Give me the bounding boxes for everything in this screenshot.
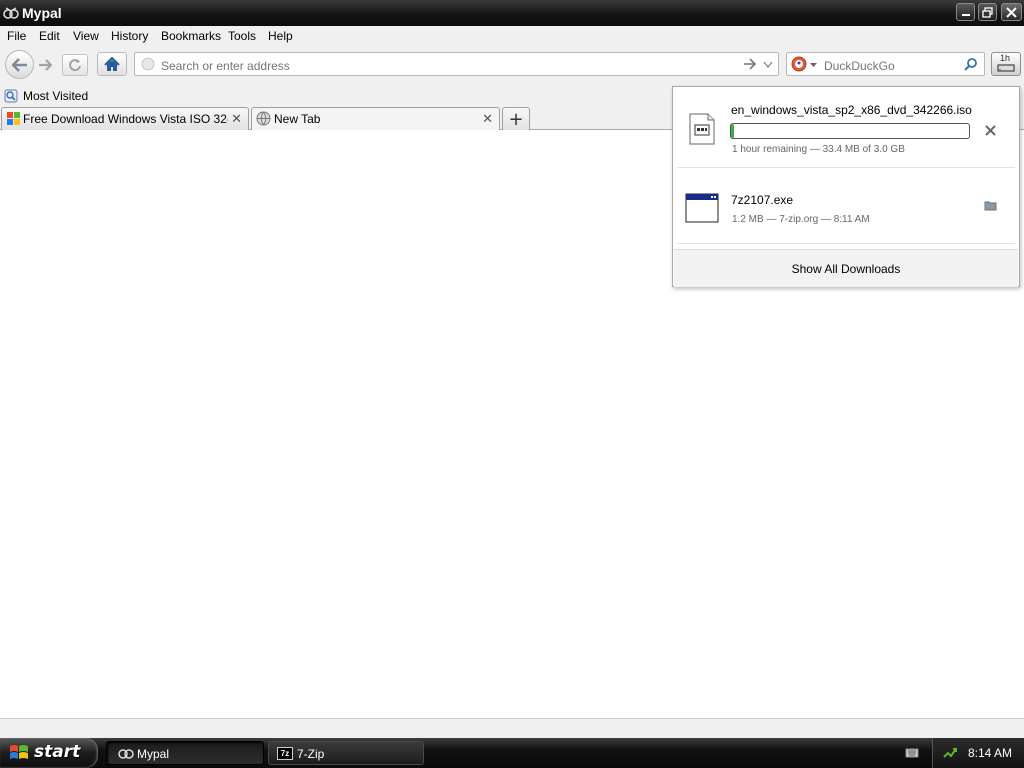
tab-close-icon[interactable]: ✕ [231, 111, 242, 127]
downloads-time-badge: 1h [1000, 53, 1011, 63]
back-button[interactable] [5, 50, 34, 79]
tab-vista-download[interactable]: Free Download Windows Vista ISO 32-Bit..… [1, 107, 249, 130]
home-icon [104, 56, 120, 71]
menu-tools[interactable]: Tools [228, 29, 256, 43]
menu-bar: File Edit View History Bookmarks Tools H… [0, 26, 1024, 47]
cancel-download-icon[interactable] [985, 125, 996, 136]
download-status: 1 hour remaining — 33.4 MB of 3.0 GB [732, 144, 905, 155]
reload-icon [69, 59, 81, 72]
reload-button[interactable] [62, 54, 88, 76]
tab-close-icon[interactable]: ✕ [482, 111, 493, 127]
forward-arrow-icon [39, 59, 52, 71]
download-status: 1.2 MB — 7-zip.org — 8:11 AM [732, 214, 870, 225]
go-arrow-icon[interactable] [743, 58, 756, 70]
duckduckgo-engine-icon[interactable] [791, 56, 807, 72]
search-input[interactable] [822, 57, 961, 74]
search-icon[interactable] [964, 57, 978, 71]
window-title: Mypal [22, 5, 62, 21]
start-label: start [34, 742, 81, 762]
exe-window-icon [685, 193, 719, 223]
most-visited-bookmark[interactable]: Most Visited [4, 87, 88, 104]
open-folder-icon[interactable] [984, 200, 997, 211]
home-button[interactable] [97, 52, 127, 76]
address-bar[interactable] [134, 52, 779, 76]
tab-new-tab[interactable]: New Tab ✕ [251, 107, 500, 131]
globe-favicon-icon [256, 111, 271, 126]
search-bar[interactable] [786, 52, 985, 76]
windows-logo-icon [10, 745, 28, 759]
download-progress-fill [731, 124, 734, 138]
tab-label: New Tab [274, 112, 321, 126]
window-titlebar[interactable]: Mypal [0, 0, 1024, 26]
most-visited-folder-icon [4, 89, 18, 102]
download-item[interactable]: 7z2107.exe 1.2 MB — 7-zip.org — 8:11 AM [674, 169, 1018, 243]
most-visited-label: Most Visited [23, 88, 89, 103]
download-tray-icon [997, 64, 1015, 72]
close-window-button[interactable] [1001, 3, 1022, 21]
taskbar-button-label: 7-Zip [297, 747, 325, 761]
new-tab-button[interactable]: + [502, 107, 530, 130]
iso-file-icon [689, 113, 715, 145]
page-identity-icon [141, 57, 155, 71]
download-divider [677, 167, 1015, 168]
mypal-taskbar-icon [118, 749, 134, 759]
download-filename: en_windows_vista_sp2_x86_dvd_342266.iso [731, 103, 972, 117]
taskbar-button-7zip[interactable]: 7z 7-Zip [268, 741, 424, 765]
menu-bookmarks[interactable]: Bookmarks [161, 29, 221, 43]
system-tray: 8:14 AM [932, 738, 1024, 768]
clock[interactable]: 8:14 AM [968, 746, 1012, 760]
navigation-toolbar: 1h [0, 47, 1024, 84]
history-dropdown-icon[interactable] [763, 61, 773, 68]
restore-button[interactable] [978, 3, 997, 21]
7zip-icon: 7z [277, 747, 293, 760]
mypal-logo-icon [3, 7, 19, 19]
menu-view[interactable]: View [73, 29, 99, 43]
show-all-downloads-button[interactable]: Show All Downloads [674, 249, 1018, 287]
status-bar [0, 718, 1024, 738]
minimize-button[interactable] [956, 3, 975, 21]
address-input[interactable] [159, 57, 733, 74]
vista-site-favicon [7, 112, 20, 125]
close-icon [1006, 6, 1017, 18]
show-all-downloads-label: Show All Downloads [791, 261, 901, 276]
restore-icon [982, 6, 993, 18]
start-button[interactable]: start [0, 738, 98, 768]
download-item[interactable]: en_windows_vista_sp2_x86_dvd_342266.iso … [674, 88, 1018, 166]
engine-dropdown-icon[interactable] [810, 63, 817, 67]
forward-button[interactable] [35, 55, 55, 75]
downloads-button[interactable]: 1h [991, 52, 1021, 76]
plus-icon: + [508, 108, 524, 130]
minimize-icon [961, 14, 970, 16]
network-icon[interactable] [942, 745, 958, 761]
taskbar-button-mypal[interactable]: Mypal [106, 741, 264, 765]
back-arrow-icon [11, 57, 27, 72]
menu-history[interactable]: History [111, 29, 148, 43]
downloads-panel: en_windows_vista_sp2_x86_dvd_342266.iso … [672, 86, 1020, 287]
menu-file[interactable]: File [7, 29, 26, 43]
taskbar-button-label: Mypal [137, 747, 170, 761]
menu-help[interactable]: Help [268, 29, 293, 43]
download-filename: 7z2107.exe [731, 193, 794, 207]
download-progress-bar [730, 123, 970, 139]
download-divider [677, 243, 1015, 244]
tab-label: Free Download Windows Vista ISO 32-Bit..… [23, 112, 228, 126]
keyboard-icon[interactable] [905, 747, 919, 759]
menu-edit[interactable]: Edit [39, 29, 60, 43]
taskbar: start Mypal 7z 7-Zip 8:14 AM [0, 738, 1024, 768]
